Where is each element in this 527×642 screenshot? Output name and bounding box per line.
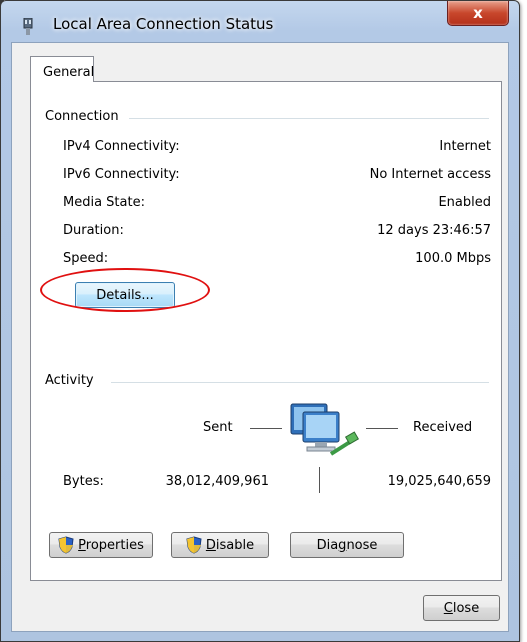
bytes-label: Bytes: — [63, 474, 104, 489]
received-line — [366, 428, 398, 429]
activity-divider — [111, 382, 489, 383]
diagnose-button-label: Diagnose — [316, 537, 378, 553]
network-computers-icon — [290, 403, 359, 456]
close-button-label: Close — [443, 600, 480, 616]
received-label: Received — [413, 420, 473, 435]
bytes-sent-value: 38,012,409,961 — [165, 474, 269, 489]
uac-shield-icon — [58, 536, 74, 554]
close-window-button[interactable]: x — [447, 1, 509, 26]
duration-label: Duration: — [63, 223, 124, 238]
media-state-label: Media State: — [63, 195, 145, 210]
sent-label: Sent — [203, 420, 233, 435]
disable-button-label: Disable — [205, 537, 255, 553]
tab-label: General — [43, 65, 95, 80]
status-dialog: Local Area Connection Status x General C… — [0, 0, 520, 642]
uac-shield-icon — [186, 536, 202, 554]
diagnose-button[interactable]: Diagnose — [290, 532, 404, 558]
ipv4-label: IPv4 Connectivity: — [63, 139, 180, 154]
disable-button[interactable]: Disable — [171, 532, 269, 558]
bytes-divider — [319, 467, 320, 493]
general-tab-panel: Connection IPv4 Connectivity: Internet I… — [30, 81, 502, 581]
activity-heading: Activity — [45, 373, 94, 388]
ipv6-value: No Internet access — [369, 167, 491, 182]
properties-button[interactable]: Properties — [49, 532, 153, 558]
bytes-received-value: 19,025,640,659 — [387, 474, 491, 489]
window-title: Local Area Connection Status — [53, 15, 274, 33]
network-adapter-icon — [23, 18, 33, 35]
sent-line — [250, 428, 282, 429]
duration-value: 12 days 23:46:57 — [377, 223, 491, 238]
dialog-client-area: General Connection IPv4 Connectivity: In… — [11, 42, 509, 632]
ipv6-label: IPv6 Connectivity: — [63, 167, 180, 182]
properties-button-label: Properties — [78, 537, 144, 553]
close-icon: x — [473, 4, 483, 22]
ipv4-value: Internet — [439, 139, 491, 154]
annotation-circle — [40, 268, 210, 312]
close-button[interactable]: Close — [423, 595, 500, 621]
tab-general[interactable]: General — [30, 56, 94, 82]
connection-heading: Connection — [45, 109, 119, 124]
connection-divider — [129, 118, 489, 119]
speed-label: Speed: — [63, 251, 109, 266]
media-state-value: Enabled — [438, 195, 491, 210]
speed-value: 100.0 Mbps — [415, 251, 491, 266]
